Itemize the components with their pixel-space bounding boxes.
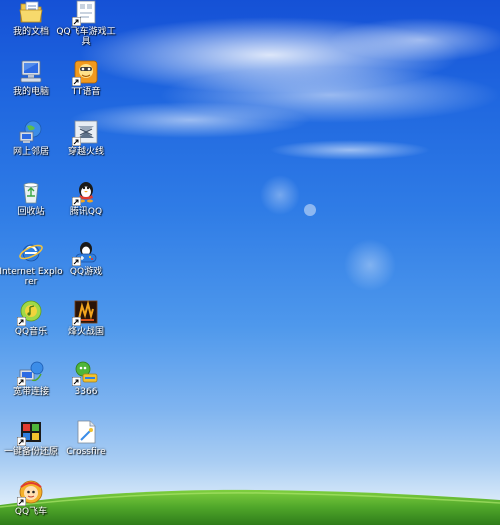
shortcut-arrow-icon bbox=[17, 497, 26, 506]
crossfire-file-icon bbox=[77, 420, 96, 444]
icon-label: QQ飞车游戏工具 bbox=[56, 27, 116, 47]
my-documents-icon bbox=[19, 1, 43, 23]
desktop-icon-network-places[interactable]: 网上邻居 bbox=[0, 116, 62, 172]
desktop-icon-tencent-qq[interactable]: 腾讯QQ bbox=[55, 176, 117, 232]
desktop-icon-broadband-connection[interactable]: 宽带连接 bbox=[0, 356, 62, 412]
internet-explorer-icon bbox=[19, 244, 43, 262]
desktop-icon-qq-music[interactable]: QQ音乐 bbox=[0, 296, 62, 352]
desktop-icon-my-computer[interactable]: 我的电脑 bbox=[0, 56, 62, 112]
desktop[interactable]: 我的文档 我的电脑 网上邻居 回收站 Internet Explorer QQ音… bbox=[0, 0, 500, 525]
shortcut-arrow-icon bbox=[72, 377, 81, 386]
desktop-icon-internet-explorer[interactable]: Internet Explorer bbox=[0, 236, 63, 292]
icon-label: Crossfire bbox=[66, 447, 106, 457]
desktop-icon-recycle-bin[interactable]: 回收站 bbox=[0, 176, 62, 232]
icon-label: 腾讯QQ bbox=[69, 207, 103, 217]
shortcut-arrow-icon bbox=[72, 77, 81, 86]
icon-label: QQ游戏 bbox=[69, 267, 103, 277]
recycle-bin-icon bbox=[23, 182, 39, 204]
shortcut-arrow-icon bbox=[17, 317, 26, 326]
shortcut-arrow-icon bbox=[17, 377, 26, 386]
shortcut-arrow-icon bbox=[72, 137, 81, 146]
desktop-icon-crossfire-file[interactable]: Crossfire bbox=[55, 416, 117, 472]
desktop-icon-backup-restore[interactable]: 一键备份还原 bbox=[0, 416, 62, 472]
icon-label: QQ飞车 bbox=[14, 507, 48, 517]
icon-label: 穿越火线 bbox=[67, 147, 104, 157]
desktop-icon-crossfire-game[interactable]: 穿越火线 bbox=[55, 116, 117, 172]
network-places-icon bbox=[19, 120, 42, 143]
shortcut-arrow-icon bbox=[72, 257, 81, 266]
icon-label: 烽火战国 bbox=[67, 327, 104, 337]
desktop-icon-qq-game[interactable]: QQ游戏 bbox=[55, 236, 117, 292]
shortcut-arrow-icon bbox=[72, 317, 81, 326]
shortcut-arrow-icon bbox=[17, 437, 26, 446]
desktop-icon-qq-speed-tool[interactable]: QQ飞车游戏工具 bbox=[55, 0, 117, 52]
shortcut-arrow-icon bbox=[72, 17, 81, 26]
desktop-icon-fenghuo-zhanguo[interactable]: 烽火战国 bbox=[55, 296, 117, 352]
icon-label: 3366 bbox=[74, 387, 98, 397]
icon-label: TT语音 bbox=[71, 87, 101, 97]
shortcut-arrow-icon bbox=[72, 197, 81, 206]
desktop-icon-3366-game[interactable]: 3366 bbox=[55, 356, 117, 412]
desktop-icon-tt-voice[interactable]: TT语音 bbox=[55, 56, 117, 112]
my-computer-icon bbox=[20, 60, 42, 83]
desktop-icon-qq-speed[interactable]: QQ飞车 bbox=[0, 476, 62, 525]
